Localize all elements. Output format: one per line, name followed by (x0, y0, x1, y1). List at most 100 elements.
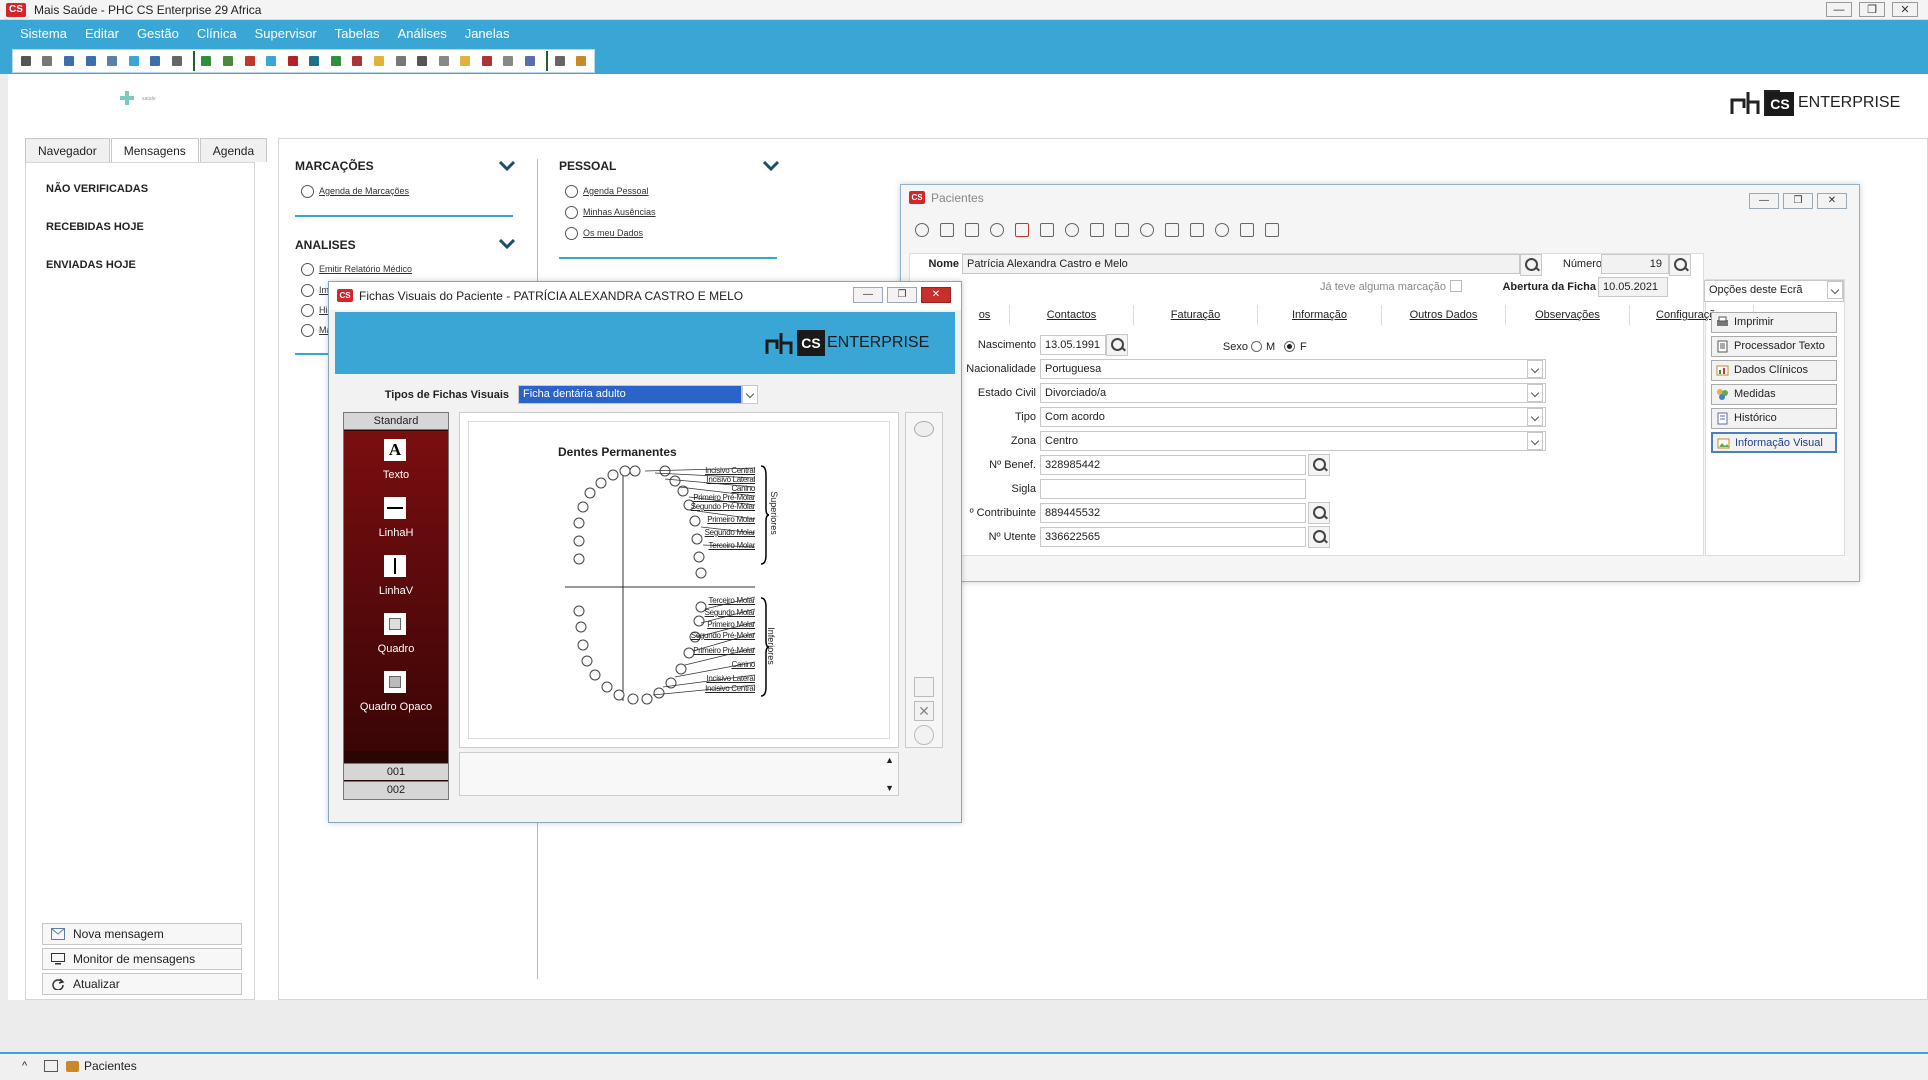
chevron-down-icon[interactable] (1527, 408, 1543, 426)
toolbar-icon[interactable] (435, 52, 453, 70)
toolbar-icon[interactable] (60, 52, 78, 70)
line-vertical-icon[interactable] (384, 555, 406, 577)
toolbar-icon[interactable] (500, 52, 518, 70)
chevron-down-icon[interactable] (499, 161, 515, 171)
link-agenda-pessoal[interactable]: Agenda Pessoal (565, 185, 649, 198)
chevron-down-icon[interactable] (499, 239, 515, 249)
menu-supervisor[interactable]: Supervisor (255, 24, 317, 44)
minimize-button[interactable]: — (853, 287, 883, 303)
restore-button[interactable]: ❐ (887, 287, 917, 303)
toolbar-icon[interactable] (146, 52, 164, 70)
toolbar-icon[interactable] (82, 52, 100, 70)
copy-icon[interactable] (990, 223, 1004, 237)
toolbar-icon[interactable] (327, 52, 345, 70)
menu-sistema[interactable]: Sistema (20, 24, 67, 44)
first-icon[interactable] (1165, 223, 1179, 237)
menu-tabelas[interactable]: Tabelas (335, 24, 380, 44)
close-button[interactable]: ✕ (1817, 193, 1847, 209)
sexo-radio-f[interactable] (1284, 341, 1295, 352)
toolbar-icon[interactable] (241, 52, 259, 70)
toolbar-icon[interactable] (125, 52, 143, 70)
trash-icon[interactable] (914, 677, 934, 697)
drawing-canvas[interactable]: Dentes Permanentes Incisivo Central Incis… (459, 412, 899, 748)
toolbar-icon[interactable] (17, 52, 35, 70)
chevron-down-icon[interactable] (1527, 432, 1543, 450)
menu-janelas[interactable]: Janelas (465, 24, 510, 44)
reload-icon[interactable] (1265, 223, 1279, 237)
tab-observacoes[interactable]: Observações (1506, 305, 1630, 325)
abertura-field[interactable]: 10.05.2021 (1598, 277, 1668, 297)
tool-quadro-opaco[interactable]: Quadro Opaco (344, 701, 448, 713)
link-agenda-marcacoes[interactable]: Agenda de Marcações (301, 185, 409, 198)
atualizar-button[interactable]: Atualizar (42, 973, 242, 995)
processador-texto-button[interactable]: Processador Texto (1711, 336, 1837, 357)
tool-linhav[interactable]: LinhaV (344, 585, 448, 597)
confirm-icon[interactable] (914, 725, 934, 745)
toolbar-icon[interactable] (198, 52, 216, 70)
search-icon[interactable] (1308, 502, 1330, 524)
link-emitir-relatorio[interactable]: Emitir Relatório Médico (301, 263, 412, 276)
search-icon[interactable] (1106, 334, 1128, 356)
nome-field[interactable]: Patrícia Alexandra Castro e Melo (962, 254, 1520, 274)
toolbar-icon[interactable] (457, 52, 475, 70)
zona-select[interactable]: Centro (1040, 431, 1546, 451)
search-icon[interactable] (915, 223, 929, 237)
toolbar-icon[interactable] (168, 52, 186, 70)
tab-navegador[interactable]: Navegador (25, 138, 110, 162)
opcoes-select[interactable]: Opções deste Ecrã (1704, 280, 1844, 302)
page-002[interactable]: 002 (344, 781, 448, 799)
tab-mensagens[interactable]: Mensagens (110, 138, 199, 163)
toolbar-icon[interactable] (262, 52, 280, 70)
sigla-field[interactable] (1040, 479, 1306, 499)
toolbar-icon[interactable] (572, 52, 590, 70)
chevron-down-icon[interactable] (742, 385, 758, 404)
grid-icon[interactable] (1065, 223, 1079, 237)
msg-enviadas-hoje[interactable]: ENVIADAS HOJE (46, 259, 136, 271)
next-icon[interactable] (1215, 223, 1229, 237)
box-tool-icon[interactable] (384, 613, 406, 635)
tab-faturacao[interactable]: Faturação (1134, 305, 1258, 325)
informacao-visual-button[interactable]: Informação Visual (1711, 432, 1837, 453)
scroll-down-icon[interactable]: ▼ (885, 783, 894, 793)
link-analises-2[interactable]: Im (301, 284, 329, 297)
msg-nao-verificadas[interactable]: NÃO VERIFICADAS (46, 183, 148, 195)
taskbar-pacientes[interactable]: Pacientes (66, 1059, 137, 1073)
delete-icon[interactable]: ✕ (914, 701, 934, 721)
eye-icon[interactable] (914, 421, 934, 437)
restore-button[interactable]: ❐ (1783, 193, 1813, 209)
chevron-down-icon[interactable] (1527, 384, 1543, 402)
chevron-up-icon[interactable]: ^ (22, 1060, 27, 1072)
menu-clinica[interactable]: Clínica (197, 24, 237, 44)
marcacao-checkbox[interactable] (1450, 280, 1462, 292)
page-001[interactable]: 001 (344, 763, 448, 780)
chevron-down-icon[interactable] (763, 161, 779, 171)
line-horizontal-icon[interactable] (384, 497, 406, 519)
menu-gestao[interactable]: Gestão (137, 24, 179, 44)
search-icon[interactable] (1669, 254, 1691, 276)
imprimir-button[interactable]: Imprimir (1711, 312, 1837, 333)
nova-mensagem-button[interactable]: Nova mensagem (42, 923, 242, 945)
toolbar-icon[interactable] (284, 52, 302, 70)
new-icon[interactable] (965, 223, 979, 237)
medidas-button[interactable]: Medidas (1711, 384, 1837, 405)
close-button[interactable]: ✕ (1892, 2, 1918, 17)
estado-civil-select[interactable]: Divorciado/a (1040, 383, 1546, 403)
last-icon[interactable] (1240, 223, 1254, 237)
toolbar-icon[interactable] (39, 52, 57, 70)
find-icon[interactable] (1090, 223, 1104, 237)
opaque-box-tool-icon[interactable] (384, 671, 406, 693)
toolbar-icon[interactable] (103, 52, 121, 70)
nascimento-field[interactable]: 13.05.1991 (1040, 335, 1106, 355)
menu-editar[interactable]: Editar (85, 24, 119, 44)
toolbar-icon[interactable] (521, 52, 539, 70)
historico-button[interactable]: Histórico (1711, 408, 1837, 429)
tool-linhah[interactable]: LinhaH (344, 527, 448, 539)
restore-button[interactable]: ❐ (1859, 2, 1885, 17)
monitor-mensagens-button[interactable]: Monitor de mensagens (42, 948, 242, 970)
toolbar-icon[interactable] (478, 52, 496, 70)
toolbar-icon[interactable] (370, 52, 388, 70)
numero-field[interactable]: 19 (1601, 254, 1669, 274)
scroll-up-icon[interactable]: ▲ (885, 755, 894, 765)
delete-icon[interactable] (1015, 223, 1029, 237)
dados-clinicos-button[interactable]: Dados Clínicos (1711, 360, 1837, 381)
